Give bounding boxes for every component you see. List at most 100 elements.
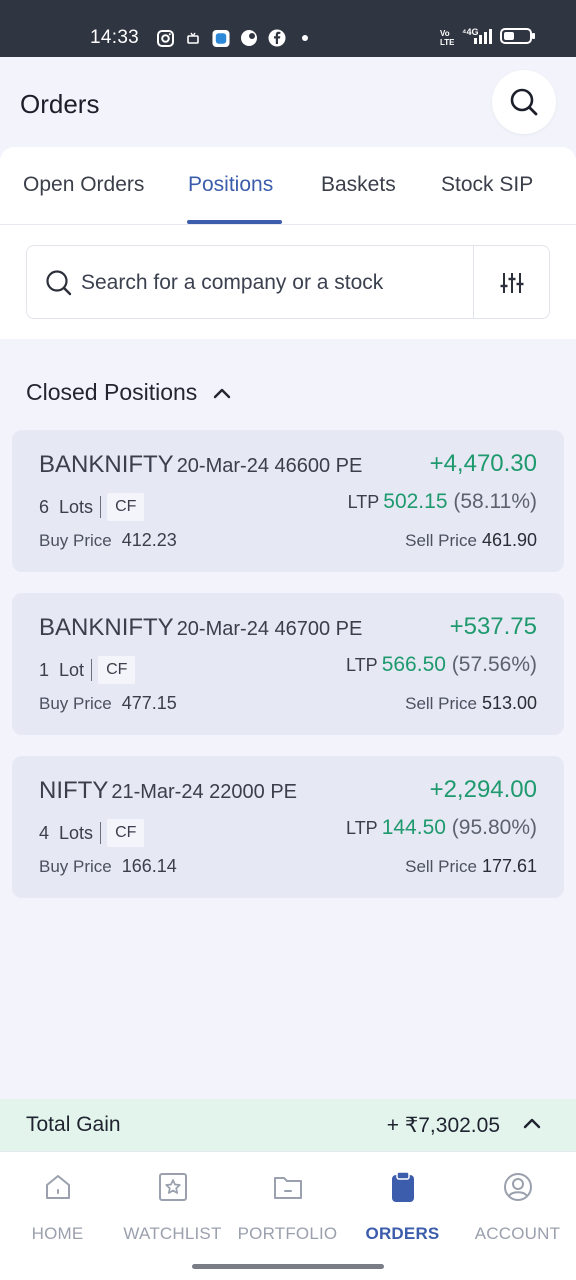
buy-price-label: Buy Price <box>39 857 112 876</box>
lots-unit: Lot <box>59 659 85 680</box>
position-card[interactable]: NIFTY 21-Mar-24 22000 PE +2,294.00 4 Lots… <box>12 756 564 898</box>
facebook-icon <box>268 29 286 47</box>
nav-portfolio[interactable]: PORTFOLIO <box>230 1152 345 1252</box>
status-bar: 14:33 Vo LTE ⁴4G <box>0 0 576 57</box>
nav-label: WATCHLIST <box>123 1224 222 1243</box>
position-card[interactable]: BANKNIFTY 20-Mar-24 46700 PE +537.75 1 Lo… <box>12 593 564 735</box>
clipboard-icon <box>390 1170 416 1204</box>
sell-price-value: 513.00 <box>481 693 537 713</box>
lots-count: 6 <box>39 496 50 517</box>
ltp-change: (58.11%) <box>453 490 537 513</box>
buy-price-label: Buy Price <box>39 531 112 550</box>
lots-unit: Lots <box>59 822 94 843</box>
contract-detail: 21-Mar-24 22000 PE <box>111 781 297 803</box>
nav-label: HOME <box>31 1224 84 1243</box>
nav-orders[interactable]: ORDERS <box>345 1152 460 1252</box>
buy-price-info: Buy Price 477.15 <box>39 693 177 714</box>
total-gain-value: + ₹7,302.05 <box>386 1114 500 1137</box>
page-title: Orders <box>20 89 100 119</box>
cf-badge: CF <box>98 656 136 684</box>
sell-price-value: 461.90 <box>481 530 537 550</box>
instrument-name: BANKNIFTY 20-Mar-24 46700 PE <box>39 614 362 642</box>
search-button[interactable] <box>492 70 556 134</box>
sell-price-info: Sell Price 177.61 <box>405 856 537 877</box>
lots-info: 4 Lots CF <box>39 819 145 847</box>
orders-tabs: Open Orders Positions Baskets Stock SIP <box>0 147 576 225</box>
search-icon <box>510 88 538 116</box>
contract-detail: 20-Mar-24 46600 PE <box>176 455 363 477</box>
cf-badge: CF <box>107 819 145 847</box>
tab-stock-sip[interactable]: Stock SIP <box>441 173 533 197</box>
buy-price-info: Buy Price 166.14 <box>39 856 177 877</box>
star-icon <box>158 1170 188 1204</box>
chevron-up-icon <box>214 388 231 398</box>
separator <box>91 659 93 681</box>
search-input[interactable]: Search for a company or a stock <box>26 245 550 319</box>
search-icon <box>45 269 73 302</box>
buy-price-value: 477.15 <box>121 693 177 713</box>
tv-icon <box>184 29 202 47</box>
ltp-value: 502.15 <box>383 490 448 513</box>
symbol: BANKNIFTY <box>39 614 174 641</box>
lots-count: 1 <box>39 659 50 680</box>
nav-watchlist[interactable]: WATCHLIST <box>115 1152 230 1252</box>
nav-label: ORDERS <box>365 1224 440 1243</box>
divider <box>473 246 474 318</box>
svg-text:⁴4G: ⁴4G <box>462 27 478 37</box>
app-icon <box>212 29 230 47</box>
instrument-name: NIFTY 21-Mar-24 22000 PE <box>39 777 297 805</box>
total-gain-bar[interactable]: Total Gain + ₹7,302.05 <box>0 1099 576 1151</box>
home-icon <box>43 1170 73 1204</box>
total-gain-label: Total Gain <box>26 1113 121 1136</box>
system-status: Vo LTE ⁴4G <box>440 27 536 50</box>
ltp-label: LTP <box>346 818 378 838</box>
ltp-value: 144.50 <box>381 816 446 839</box>
closed-positions-header[interactable]: Closed Positions <box>26 379 231 406</box>
status-time: 14:33 <box>90 27 140 48</box>
ltp-info: LTP 144.50 (95.80%) <box>346 816 537 840</box>
nav-account[interactable]: ACCOUNT <box>460 1152 575 1252</box>
nav-label: ACCOUNT <box>474 1224 561 1243</box>
lots-info: 1 Lot CF <box>39 656 136 684</box>
sell-price-label: Sell Price <box>405 857 477 876</box>
bottom-navigation: HOME WATCHLIST PORTFOLIO ORDERS ACCOUNT <box>0 1151 576 1280</box>
sell-price-info: Sell Price 461.90 <box>405 530 537 551</box>
buy-price-value: 166.14 <box>121 856 177 876</box>
app-header: Orders <box>0 57 576 147</box>
nav-home[interactable]: HOME <box>0 1152 115 1252</box>
instagram-icon <box>156 29 174 47</box>
chevron-up-icon <box>523 1118 541 1129</box>
sell-price-value: 177.61 <box>481 856 537 876</box>
pnl-value: +2,294.00 <box>429 776 537 803</box>
filter-icon[interactable] <box>499 270 525 301</box>
buy-price-value: 412.23 <box>121 530 177 550</box>
buy-price-label: Buy Price <box>39 694 112 713</box>
search-placeholder: Search for a company or a stock <box>81 271 384 294</box>
separator <box>100 496 102 518</box>
instrument-name: BANKNIFTY 20-Mar-24 46600 PE <box>39 451 362 479</box>
battery-icon <box>500 27 536 50</box>
sell-price-label: Sell Price <box>405 531 477 550</box>
cf-badge: CF <box>107 493 145 521</box>
dot-icon <box>296 29 314 47</box>
signal-icon: ⁴4G <box>462 27 492 50</box>
position-card[interactable]: BANKNIFTY 20-Mar-24 46600 PE +4,470.30 6 … <box>12 430 564 572</box>
lots-unit: Lots <box>59 496 94 517</box>
ltp-change: (57.56%) <box>451 653 537 676</box>
home-indicator[interactable] <box>192 1264 384 1269</box>
tab-positions[interactable]: Positions <box>188 173 273 197</box>
tab-baskets[interactable]: Baskets <box>321 173 396 197</box>
separator <box>100 822 102 844</box>
ltp-info: LTP 502.15 (58.11%) <box>348 490 537 514</box>
nav-label: PORTFOLIO <box>237 1224 338 1243</box>
ltp-change: (95.80%) <box>451 816 537 839</box>
chat-icon <box>240 29 258 47</box>
lots-info: 6 Lots CF <box>39 493 145 521</box>
ltp-info: LTP 566.50 (57.56%) <box>346 653 537 677</box>
symbol: NIFTY <box>39 777 109 804</box>
active-tab-indicator <box>187 220 282 224</box>
tab-open-orders[interactable]: Open Orders <box>23 173 144 197</box>
contract-detail: 20-Mar-24 46700 PE <box>176 618 363 640</box>
pnl-value: +537.75 <box>449 613 537 640</box>
sell-price-label: Sell Price <box>405 694 477 713</box>
